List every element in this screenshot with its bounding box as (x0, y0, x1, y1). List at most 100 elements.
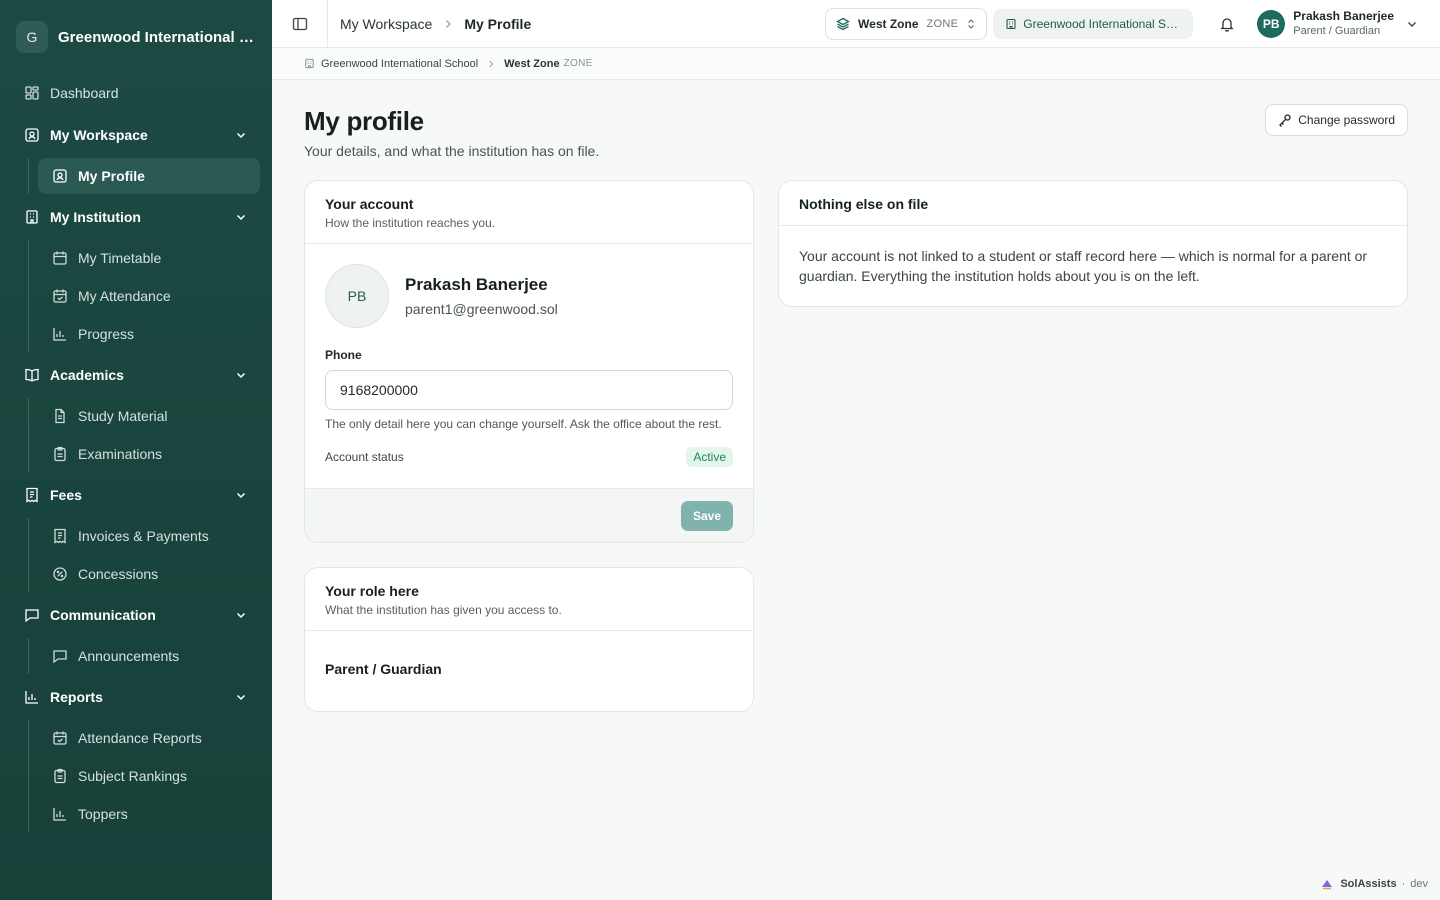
sidebar-item-label: Invoices & Payments (78, 528, 209, 544)
sidebar-section-academics[interactable]: Academics (12, 356, 260, 394)
role-card-title: Your role here (325, 583, 419, 599)
change-password-label: Change password (1298, 113, 1395, 127)
nothing-card-text: Your account is not linked to a student … (799, 248, 1368, 284)
sidebar: G Greenwood International School Dashboa… (0, 0, 272, 900)
sidebar-item-label: Attendance Reports (78, 730, 202, 746)
school-name: Greenwood International School (1023, 16, 1182, 31)
sidebar-item-label: Study Material (78, 408, 168, 424)
nothing-on-file-card: Nothing else on file Your account is not… (778, 180, 1408, 307)
chevron-down-icon (234, 210, 248, 224)
profile-summary: PB Prakash Banerjee parent1@greenwood.so… (305, 244, 753, 328)
building-icon (304, 58, 315, 69)
calendar-check-icon (52, 730, 68, 746)
sidebar-item-concessions[interactable]: Concessions (42, 556, 260, 592)
sidebar-section-communication[interactable]: Communication (12, 596, 260, 634)
footer-env: dev (1410, 878, 1428, 890)
sidebar-section-reports[interactable]: Reports (12, 678, 260, 716)
account-status-label: Account status (325, 450, 404, 464)
calendar-check-icon (52, 288, 68, 304)
phone-input[interactable] (325, 370, 733, 410)
account-card-footer: Save (305, 488, 753, 542)
sidebar-item-my-profile[interactable]: My Profile (38, 158, 260, 194)
sidebar-item-label: Progress (78, 326, 135, 342)
footer-brand: SolAssists (1340, 878, 1397, 890)
phone-label: Phone (325, 348, 362, 362)
sidebar-section-label: My Workspace (50, 127, 148, 143)
chevron-down-icon (1406, 18, 1418, 30)
sidebar-sublist-fees: Invoices & Payments Concessions (28, 518, 260, 592)
receipt-icon (52, 528, 68, 544)
role-card: Your role here What the institution has … (304, 567, 754, 712)
chevron-down-icon (234, 690, 248, 704)
sidebar-sublist-communication: Announcements (28, 638, 260, 674)
change-password-button[interactable]: Change password (1265, 104, 1408, 136)
avatar: PB (1257, 9, 1286, 38)
sidebar-item-my-timetable[interactable]: My Timetable (42, 240, 260, 276)
sidebar-item-examinations[interactable]: Examinations (42, 436, 260, 472)
sidebar-item-my-attendance[interactable]: My Attendance (42, 278, 260, 314)
sidebar-toggle-button[interactable] (272, 0, 328, 48)
main-content: My profile Your details, and what the in… (304, 80, 1408, 712)
sidebar-section-fees[interactable]: Fees (12, 476, 260, 514)
top-bar-actions: West Zone ZONE Greenwood International S… (825, 7, 1440, 40)
account-card-header: Your account How the institution reaches… (305, 181, 753, 244)
brand-name: Greenwood International School (58, 28, 256, 46)
context-school[interactable]: Greenwood International School (321, 58, 478, 70)
sidebar-item-progress[interactable]: Progress (42, 316, 260, 352)
chevron-right-icon (486, 59, 496, 69)
account-card-title: Your account (325, 196, 414, 212)
notifications-button[interactable] (1211, 8, 1243, 40)
sidebar-item-subject-rankings[interactable]: Subject Rankings (42, 758, 260, 794)
bar-chart-icon (24, 689, 40, 705)
chevron-down-icon (234, 368, 248, 382)
building-icon (24, 209, 40, 225)
user-menu[interactable]: PB Prakash Banerjee Parent / Guardian (1257, 9, 1418, 38)
zone-switcher[interactable]: West Zone ZONE (825, 7, 988, 40)
chevron-down-icon (234, 608, 248, 622)
message-square-icon (52, 648, 68, 664)
sidebar-item-label: My Timetable (78, 250, 162, 266)
brand-logo: G (16, 21, 48, 53)
sidebar-item-announcements[interactable]: Announcements (42, 638, 260, 674)
brand-header[interactable]: G Greenwood International School (0, 0, 272, 74)
zone-name: West Zone (858, 16, 919, 31)
context-zone: West Zone (504, 57, 560, 70)
user-role: Parent / Guardian (1293, 25, 1381, 37)
badge-percent-icon (52, 566, 68, 582)
profile-identity: Prakash Banerjee parent1@greenwood.sol (405, 275, 558, 317)
bell-icon (1219, 16, 1235, 32)
dashboard-icon (24, 85, 40, 101)
account-card: Your account How the institution reaches… (304, 180, 754, 543)
sidebar-item-dashboard[interactable]: Dashboard (12, 74, 260, 112)
nothing-card-title: Nothing else on file (799, 196, 929, 212)
zone-tag: ZONE (926, 17, 959, 30)
sidebar-item-invoices-payments[interactable]: Invoices & Payments (42, 518, 260, 554)
account-card-desc: How the institution reaches you. (325, 216, 496, 230)
sidebar-item-study-material[interactable]: Study Material (42, 398, 260, 434)
sidebar-section-label: Communication (50, 607, 156, 623)
chevron-down-icon (234, 128, 248, 142)
sidebar-section-label: Fees (50, 487, 82, 503)
user-square-icon (52, 168, 68, 184)
bar-chart-icon (52, 326, 68, 342)
avatar: PB (325, 264, 389, 328)
breadcrumb-item-my-workspace[interactable]: My Workspace (340, 16, 432, 32)
profile-name: Prakash Banerjee (405, 275, 548, 294)
school-switcher[interactable]: Greenwood International School (993, 8, 1194, 39)
save-button[interactable]: Save (680, 500, 733, 531)
file-text-icon (52, 408, 68, 424)
sidebar-item-attendance-reports[interactable]: Attendance Reports (42, 720, 260, 756)
page-subtitle: Your details, and what the institution h… (304, 143, 600, 159)
sidebar-section-my-workspace[interactable]: My Workspace (12, 116, 260, 154)
breadcrumb-item-my-profile: My Profile (464, 15, 532, 32)
profile-email: parent1@greenwood.sol (405, 301, 558, 317)
clipboard-icon (52, 446, 68, 462)
user-info: Prakash Banerjee Parent / Guardian (1293, 9, 1394, 38)
sidebar-item-toppers[interactable]: Toppers (42, 796, 260, 832)
role-card-header: Your role here What the institution has … (305, 568, 753, 631)
page-title: My profile (304, 106, 424, 136)
key-icon (1278, 113, 1292, 127)
sidebar-item-label: My Profile (78, 168, 145, 184)
sidebar-sublist-my-institution: My Timetable My Attendance Progress (28, 240, 260, 352)
sidebar-section-my-institution[interactable]: My Institution (12, 198, 260, 236)
